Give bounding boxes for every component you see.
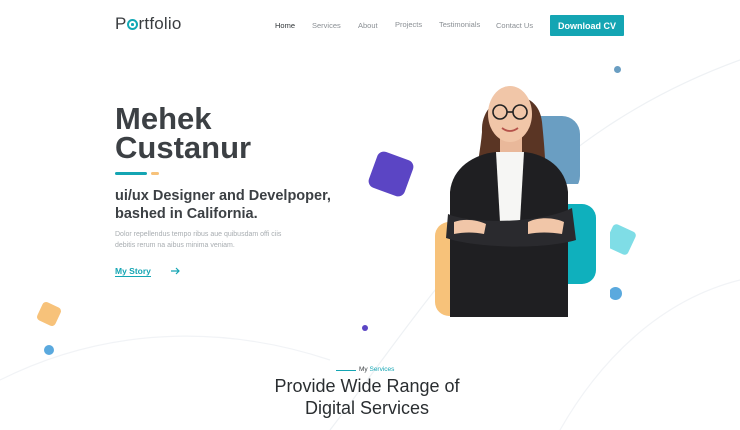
decor-blue-dot bbox=[609, 287, 622, 300]
download-cv-button[interactable]: Download CV bbox=[550, 15, 624, 36]
my-story-link[interactable]: My Story bbox=[115, 266, 151, 277]
nav-about[interactable]: About bbox=[358, 21, 378, 30]
decor-dot-top bbox=[614, 66, 621, 73]
hero-first-name: Mehek bbox=[115, 101, 212, 136]
arrow-right-icon[interactable] bbox=[171, 262, 181, 279]
hero-name: Mehek Custanur bbox=[115, 101, 252, 165]
logo[interactable]: Prtfolio bbox=[115, 14, 182, 34]
services-kicker: My Services bbox=[359, 366, 394, 373]
logo-letter: P bbox=[115, 14, 127, 33]
services-kicker-line bbox=[336, 370, 356, 371]
nav-testimonials[interactable]: Testimonials bbox=[439, 20, 480, 29]
hero-portrait bbox=[435, 86, 610, 322]
accent-bar-small bbox=[151, 172, 159, 175]
nav-projects[interactable]: Projects bbox=[395, 20, 422, 29]
services-title-line1: Provide Wide Range of bbox=[274, 376, 460, 396]
nav-services[interactable]: Services bbox=[312, 21, 341, 30]
hero-role: ui/ux Designer and Develpoper, bashed in… bbox=[115, 187, 331, 223]
services-kicker-prefix: My bbox=[359, 366, 368, 373]
logo-o-mark-icon bbox=[127, 19, 139, 30]
hero-role-line1: ui/ux Designer and Develpoper, bbox=[115, 188, 331, 204]
hero-desc-line1: Dolor repellendus tempo ribus aue quibus… bbox=[115, 231, 282, 238]
hero-description: Dolor repellendus tempo ribus aue quibus… bbox=[115, 229, 315, 251]
accent-bar bbox=[115, 172, 147, 175]
logo-text: rtfolio bbox=[138, 14, 182, 33]
services-title: Provide Wide Range of Digital Services bbox=[200, 375, 534, 419]
decor-purple-dot bbox=[362, 325, 368, 331]
services-kicker-highlight: Services bbox=[369, 366, 395, 373]
hero-desc-line2: debitis rerum na aibus minima veniam. bbox=[115, 242, 235, 249]
services-title-line2: Digital Services bbox=[304, 398, 430, 418]
hero-last-name: Custanur bbox=[115, 130, 252, 165]
decor-blue-dot-left bbox=[44, 345, 54, 355]
hero-role-line2: bashed in California. bbox=[115, 206, 258, 222]
nav-contact-us[interactable]: Contact Us bbox=[496, 21, 533, 30]
nav-home[interactable]: Home bbox=[275, 21, 295, 30]
